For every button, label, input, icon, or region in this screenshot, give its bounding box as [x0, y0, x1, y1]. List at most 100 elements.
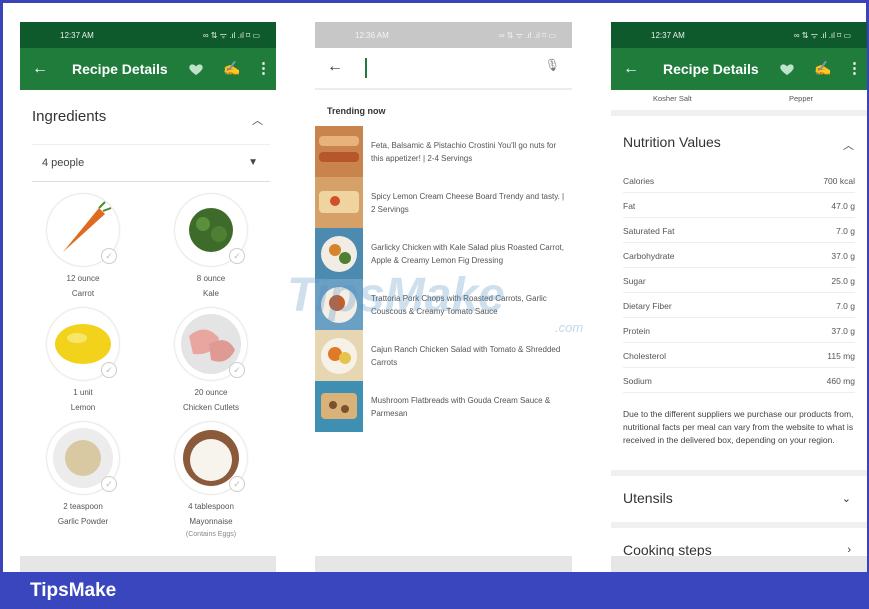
system-nav-bar — [315, 556, 572, 572]
status-bar: 12:37 AM ∞ ⇅ ᯤ .ıl .ıl ⌑ ▭ — [20, 22, 276, 48]
back-arrow-icon[interactable]: ← — [32, 60, 48, 78]
nutrient-value: 115 mg — [827, 351, 855, 361]
ingredient-qty: 20 ounce — [194, 388, 228, 397]
more-options-icon[interactable]: ⋮ — [256, 59, 271, 77]
chicken-cutlets-image: ✓ — [175, 308, 247, 380]
system-nav-bar — [20, 556, 276, 572]
carrot-image: ✓ — [47, 194, 119, 266]
ingredient-qty: 12 ounce — [66, 274, 100, 283]
trending-item-text: Spicy Lemon Cream Cheese Board Trendy an… — [371, 191, 565, 214]
recipe-thumbnail — [315, 177, 363, 228]
microphone-icon[interactable]: 🎙 — [545, 58, 560, 72]
nutrient-value: 700 kcal — [823, 176, 855, 186]
chevron-down-icon: ⌄ — [841, 493, 851, 505]
phone-recipe-nutrition: 12:37 AM ∞ ⇅ ᯤ .ıl .ıl ⌑ ▭ ← Recipe Deta… — [611, 22, 867, 572]
mayonnaise-image: ✓ — [175, 422, 247, 494]
nutrient-value: 37.0 g — [831, 251, 855, 261]
watermark-logo: TipsMake — [287, 269, 505, 322]
lemon-image: ✓ — [47, 308, 119, 380]
back-arrow-icon[interactable]: ← — [623, 60, 639, 78]
check-icon[interactable]: ✓ — [101, 248, 117, 264]
ingredient-note: (Contains Eggs) — [185, 531, 237, 538]
ingredient-name: Garlic Powder — [57, 517, 109, 526]
servings-value: 4 people — [42, 157, 85, 169]
nutrient-value: 7.0 g — [836, 226, 855, 236]
nutrition-heading: Nutrition Values — [623, 134, 721, 150]
nutrient-value: 7.0 g — [836, 301, 855, 311]
ingredient-qty: 2 teaspoon — [63, 502, 103, 511]
nutrient-name: Dietary Fiber — [623, 301, 672, 311]
ingredient-name: Pepper — [789, 94, 814, 103]
cook-mode-icon[interactable]: ✍ — [223, 60, 240, 77]
nutrition-row: Sugar 25.0 g — [623, 268, 855, 293]
chevron-right-icon: › — [847, 544, 851, 556]
nutrient-name: Sodium — [623, 376, 652, 386]
ingredient-name: Carrot — [71, 289, 95, 298]
search-input[interactable] — [365, 58, 367, 78]
utensils-section[interactable]: Utensils ⌄ — [611, 470, 867, 520]
trending-item-text: Cajun Ranch Chicken Salad with Tomato & … — [371, 344, 561, 367]
trending-item[interactable]: Feta, Balsamic & Pistachio Crostini You'… — [315, 126, 572, 177]
watermark-suffix: .com — [555, 320, 584, 335]
favorite-heart-icon[interactable] — [779, 61, 795, 77]
nutrient-name: Protein — [623, 326, 650, 336]
nutrient-name: Sugar — [623, 276, 646, 286]
back-arrow-icon[interactable]: ← — [327, 58, 343, 76]
ingredient-item[interactable]: ✓ 2 teaspoon Garlic Powder — [28, 422, 138, 526]
collapse-chevron-icon[interactable]: ︿ — [252, 112, 263, 128]
check-icon[interactable]: ✓ — [101, 476, 117, 492]
ingredient-name: Kosher Salt — [653, 94, 692, 103]
nutrient-name: Saturated Fat — [623, 226, 675, 236]
check-icon[interactable]: ✓ — [229, 248, 245, 264]
cook-mode-icon[interactable]: ✍ — [814, 60, 831, 77]
system-nav-bar — [611, 556, 867, 572]
trending-item[interactable]: Mushroom Flatbreads with Gouda Cream Sau… — [315, 381, 572, 432]
collapse-chevron-icon[interactable]: ︿ — [843, 137, 854, 153]
nutrition-row: Carbohydrate 37.0 g — [623, 243, 855, 268]
page-title: Recipe Details — [72, 61, 168, 77]
kale-image: ✓ — [175, 194, 247, 266]
recipe-thumbnail — [315, 330, 363, 381]
nutrient-value: 25.0 g — [831, 276, 855, 286]
nutrient-name: Calories — [623, 176, 655, 186]
ingredient-name: Lemon — [70, 403, 96, 412]
ingredient-item[interactable]: ✓ 20 ounce Chicken Cutlets — [156, 308, 266, 412]
nutrient-value: 47.0 g — [831, 201, 855, 211]
recipe-thumbnail — [315, 381, 363, 432]
nutrition-row: Fat 47.0 g — [623, 193, 855, 218]
ingredients-heading: Ingredients — [32, 108, 107, 125]
ingredient-name: Mayonnaise — [189, 517, 233, 526]
nutrient-value: 460 mg — [826, 376, 855, 386]
nutrition-row: Dietary Fiber 7.0 g — [623, 293, 855, 318]
check-icon[interactable]: ✓ — [229, 362, 245, 378]
check-icon[interactable]: ✓ — [101, 362, 117, 378]
status-icons: ∞ ⇅ ᯤ .ıl .ıl ⌑ ▭ — [202, 30, 260, 40]
trending-item[interactable]: Cajun Ranch Chicken Salad with Tomato & … — [315, 330, 572, 381]
trending-item[interactable]: Spicy Lemon Cream Cheese Board Trendy an… — [315, 177, 572, 228]
nutrition-row: Protein 37.0 g — [623, 318, 855, 343]
status-time: 12:37 AM — [60, 30, 94, 40]
status-time: 12:36 AM — [355, 30, 389, 40]
more-options-icon[interactable]: ⋮ — [847, 59, 862, 77]
ingredient-name: Chicken Cutlets — [182, 403, 240, 412]
trending-item-text: Garlicky Chicken with Kale Salad plus Ro… — [371, 242, 564, 265]
page-title: Recipe Details — [663, 61, 759, 77]
nutrient-name: Fat — [623, 201, 636, 211]
ingredient-qty: 8 ounce — [196, 274, 226, 283]
app-bar: ← Recipe Details ✍ ⋮ — [20, 48, 276, 90]
trending-heading: Trending now — [327, 106, 386, 116]
ingredient-item[interactable]: ✓ 12 ounce Carrot — [28, 194, 138, 298]
ingredient-item[interactable]: ✓ 1 unit Lemon — [28, 308, 138, 412]
ingredient-name: Kale — [202, 289, 219, 298]
check-icon[interactable]: ✓ — [229, 476, 245, 492]
nutrition-row: Saturated Fat 7.0 g — [623, 218, 855, 243]
status-time: 12:37 AM — [651, 30, 685, 40]
recipe-thumbnail — [315, 126, 363, 177]
status-bar: 12:36 AM ∞ ⇅ ᯤ .ıl .ıl ⌑ ▭ — [315, 22, 572, 48]
ingredient-qty: 1 unit — [73, 388, 93, 397]
servings-dropdown[interactable]: 4 people ▼ — [32, 144, 270, 182]
favorite-heart-icon[interactable] — [188, 61, 204, 77]
ingredient-item[interactable]: ✓ 4 tablespoon Mayonnaise (Contains Eggs… — [156, 422, 266, 538]
ingredient-item[interactable]: ✓ 8 ounce Kale — [156, 194, 266, 298]
nutrition-disclaimer: Due to the different suppliers we purcha… — [623, 409, 854, 445]
